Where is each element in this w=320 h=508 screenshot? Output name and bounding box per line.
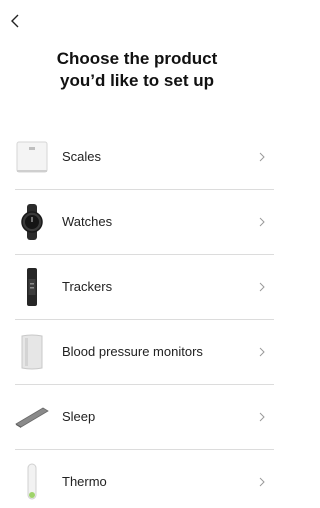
product-label-thermo: Thermo [62, 474, 107, 489]
product-item-trackers[interactable]: Trackers [0, 254, 274, 319]
product-item-watches[interactable]: Watches [0, 189, 274, 254]
thermometer-icon [12, 462, 52, 502]
scale-icon [12, 137, 52, 177]
product-item-sleep[interactable]: Sleep [0, 384, 274, 449]
product-item-blood-pressure-monitors[interactable]: Blood pressure monitors [0, 319, 274, 384]
chevron-right-icon [256, 477, 268, 487]
page-title-line-1: Choose the product [56, 49, 218, 68]
watch-icon [12, 202, 52, 242]
back-button[interactable] [6, 10, 24, 32]
product-label-blood-pressure-monitors: Blood pressure monitors [62, 344, 203, 359]
product-item-thermo[interactable]: Thermo [0, 449, 274, 508]
product-label-scales: Scales [62, 149, 102, 164]
page-title: Choose the product you’d like to set up [0, 48, 274, 92]
tracker-icon [12, 267, 52, 307]
product-list: Scales Watches Trackers Blood pressure m… [0, 124, 274, 508]
blood-pressure-monitor-icon [12, 332, 52, 372]
product-label-sleep: Sleep [62, 409, 96, 424]
page-title-line-2: you’d like to set up [60, 71, 214, 90]
product-label-watches: Watches [62, 214, 113, 229]
chevron-right-icon [256, 152, 268, 162]
chevron-right-icon [256, 282, 268, 292]
chevron-left-icon [11, 14, 19, 28]
chevron-right-icon [256, 347, 268, 357]
chevron-right-icon [256, 412, 268, 422]
sleep-mat-icon [12, 397, 52, 437]
product-label-trackers: Trackers [62, 279, 113, 294]
product-item-scales[interactable]: Scales [0, 124, 274, 189]
chevron-right-icon [256, 217, 268, 227]
